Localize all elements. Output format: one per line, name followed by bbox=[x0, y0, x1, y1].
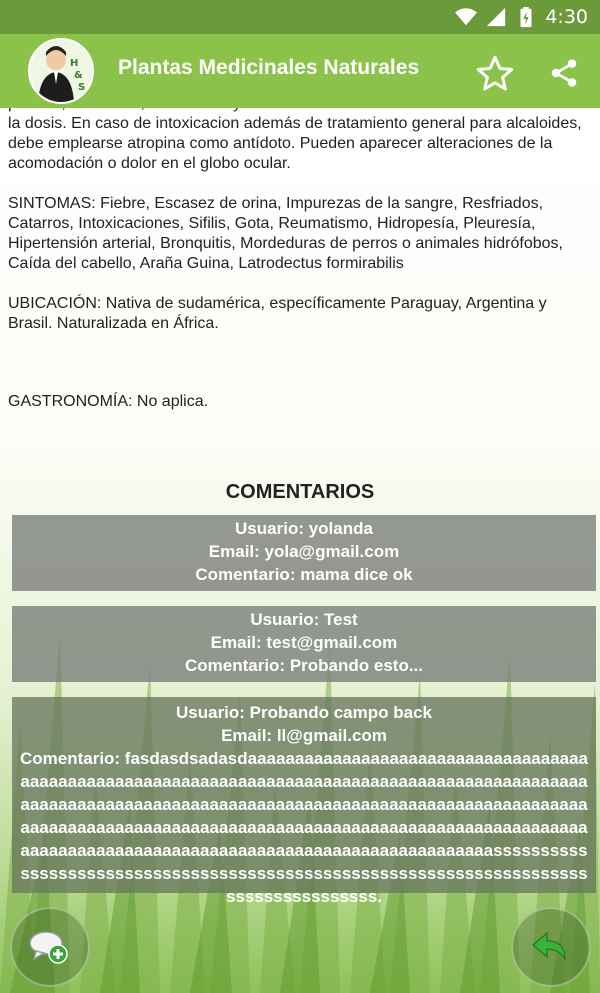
add-comment-button[interactable] bbox=[10, 907, 90, 987]
add-comment-icon bbox=[29, 931, 68, 964]
comment-text: Comentario: Probando esto... bbox=[184, 656, 424, 675]
back-button[interactable] bbox=[511, 907, 591, 987]
comment-text: Comentario: fasdasdsadasdaaaaaaaaaaaaaaa… bbox=[19, 749, 589, 906]
avatar[interactable]: H & S bbox=[28, 38, 94, 104]
comment-card: Usuario: Probando campo back Email: ll@g… bbox=[12, 697, 596, 906]
share-icon[interactable] bbox=[548, 56, 580, 90]
comment-email: Email: ll@gmail.com bbox=[221, 726, 387, 745]
back-arrow-icon bbox=[532, 931, 566, 962]
plant-details: profusa, temblores, bradicardia y altera… bbox=[8, 94, 592, 412]
app-title: Plantas Medicinales Naturales bbox=[118, 56, 420, 79]
svg-text:&: & bbox=[74, 70, 83, 81]
comment-user: Usuario: yolanda bbox=[235, 519, 373, 538]
paragraph-gastronomia: GASTRONOMÍA: No aplica. bbox=[8, 393, 209, 410]
comment-text: Comentario: mama dice ok bbox=[195, 565, 413, 584]
status-bar: 4:30 bbox=[0, 0, 600, 34]
comment-user: Usuario: Test bbox=[250, 610, 358, 629]
paragraph-ubicacion: UBICACIÓN: Nativa de sudamérica, específ… bbox=[8, 295, 547, 332]
avatar-logo-icon: H & S bbox=[30, 40, 92, 102]
wifi-icon bbox=[455, 8, 478, 26]
comment-email: Email: yola@gmail.com bbox=[208, 542, 400, 561]
comments-title: COMENTARIOS bbox=[225, 481, 375, 503]
comment-user: Usuario: Probando campo back bbox=[176, 703, 432, 722]
battery-charging-icon bbox=[520, 6, 532, 28]
app-bar: H & S Plantas Medicinales Naturales bbox=[0, 34, 600, 108]
svg-text:H: H bbox=[70, 58, 78, 69]
signal-icon bbox=[487, 7, 506, 27]
comment-card: Usuario: Test Email: test@gmail.com Come… bbox=[12, 606, 596, 682]
svg-text:S: S bbox=[78, 82, 85, 93]
status-time: 4:30 bbox=[545, 6, 588, 28]
comment-card: Usuario: yolanda Email: yola@gmail.com C… bbox=[12, 515, 596, 591]
comment-email: Email: test@gmail.com bbox=[210, 633, 398, 652]
paragraph-sintomas: SINTOMAS: Fiebre, Escasez de orina, Impu… bbox=[8, 195, 563, 272]
star-icon[interactable] bbox=[474, 54, 516, 94]
